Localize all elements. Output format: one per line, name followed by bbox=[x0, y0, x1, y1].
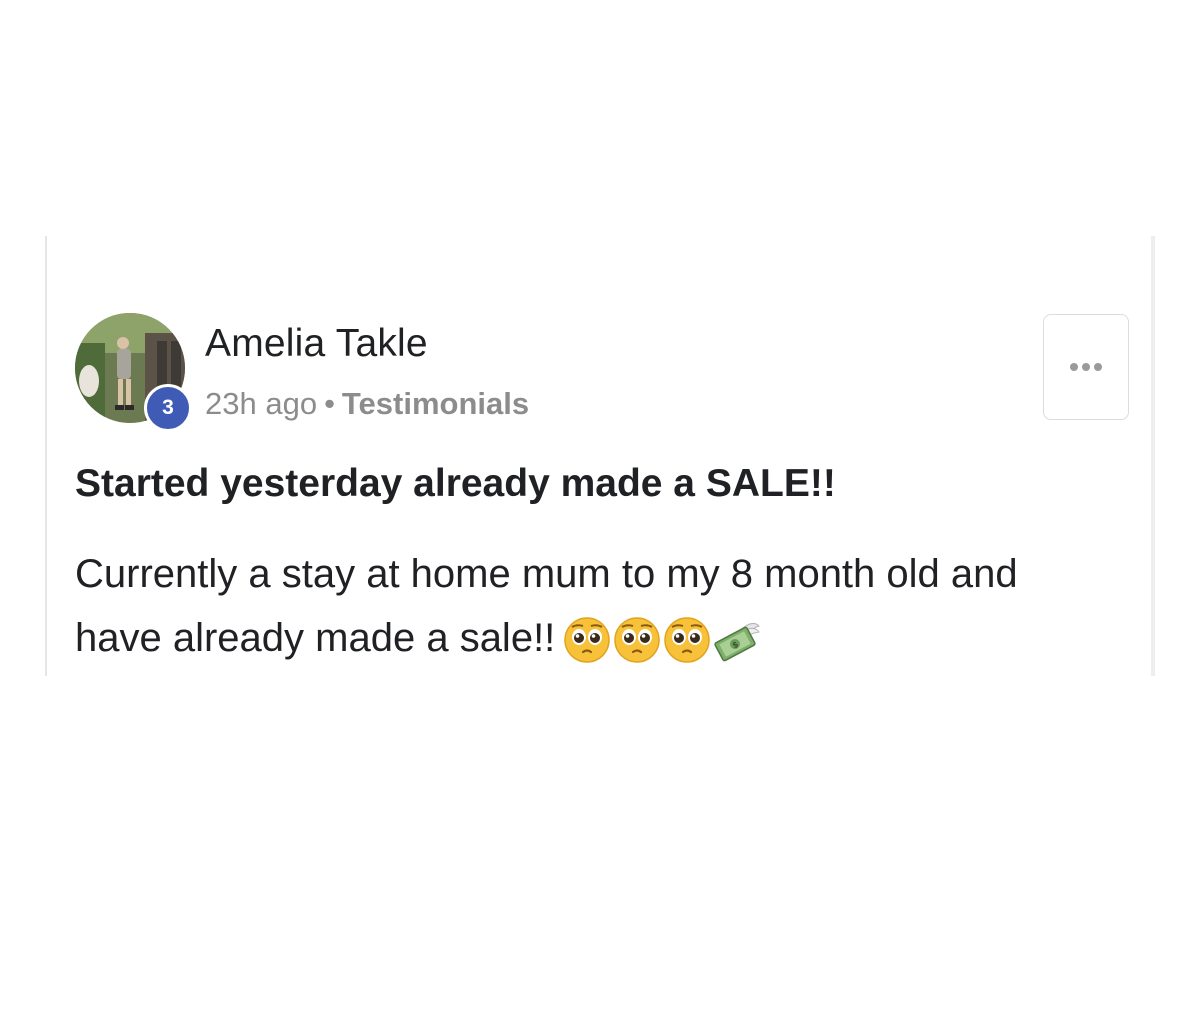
emoji-row: $ bbox=[563, 616, 761, 664]
post-card: 3 Amelia Takle 23h ago • Testimonials Star… bbox=[45, 236, 1155, 676]
meta-separator: • bbox=[324, 386, 335, 421]
post-category[interactable]: Testimonials bbox=[342, 386, 529, 421]
post-time: 23h ago bbox=[205, 386, 318, 421]
post-meta: 23h ago • Testimonials bbox=[205, 386, 529, 422]
more-options-button[interactable] bbox=[1043, 314, 1129, 420]
pleading-face-emoji bbox=[664, 617, 711, 664]
author-name[interactable]: Amelia Takle bbox=[205, 322, 428, 366]
pleading-face-emoji bbox=[564, 617, 611, 664]
level-badge: 3 bbox=[144, 384, 192, 432]
more-horizontal-icon bbox=[1070, 363, 1102, 371]
post-body-line: Currently a stay at home mum to my 8 mon… bbox=[75, 552, 1018, 596]
post-body: Currently a stay at home mum to my 8 mon… bbox=[75, 542, 1135, 670]
post-title: Started yesterday already made a SALE!! bbox=[75, 462, 836, 505]
pleading-face-emoji bbox=[614, 617, 661, 664]
post-body-line: have already made a sale!! $ bbox=[75, 606, 1135, 670]
post-body-text: have already made a sale!! bbox=[75, 616, 556, 660]
money-with-wings-emoji: $ bbox=[714, 623, 761, 662]
